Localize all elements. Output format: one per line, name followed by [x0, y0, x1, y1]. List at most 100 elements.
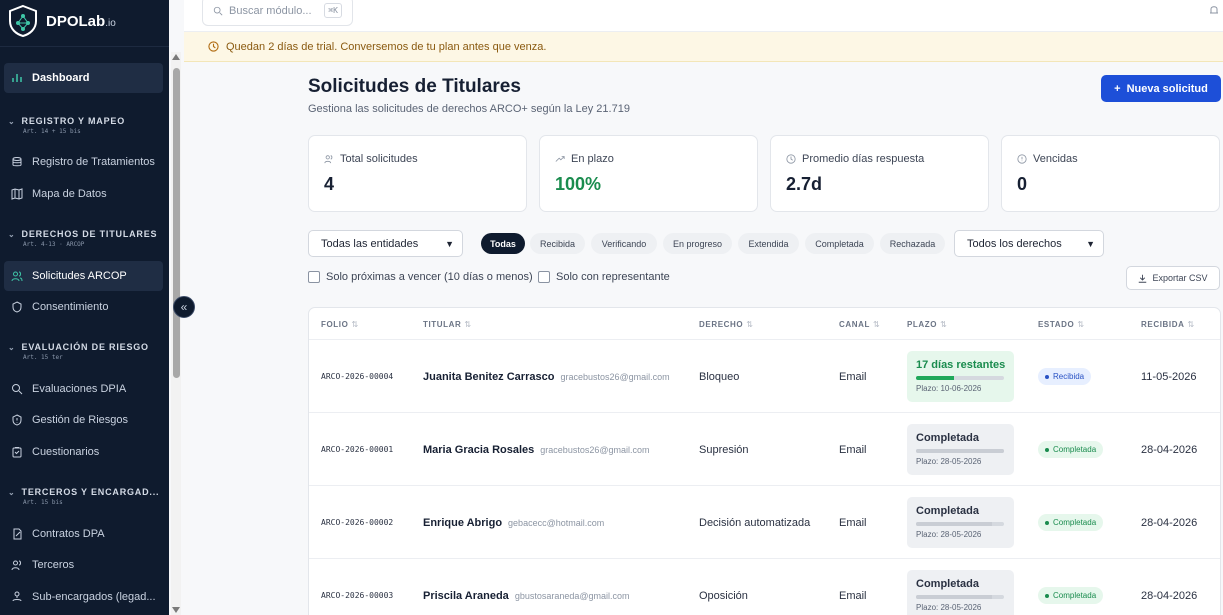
scroll-down-arrow-icon[interactable]	[172, 607, 180, 613]
section-evaluacion: ⌄ EVALUACIÓN DE RIESGO Art. 15 ter	[8, 342, 168, 361]
titular-email: gebacecc@hotmail.com	[508, 517, 605, 528]
plazo-box: 17 días restantes Plazo: 10-06-2026	[907, 351, 1014, 402]
sidebar-item-gestion-riesgos[interactable]: Gestión de Riesgos	[4, 405, 163, 435]
sidebar-item-sub-encargados[interactable]: Sub-encargados (legad...	[4, 582, 163, 612]
section-article: Art. 15 bis	[23, 499, 63, 506]
users-icon	[324, 155, 333, 164]
derecho-cell: Bloqueo	[699, 370, 740, 383]
section-header[interactable]: ⌄ EVALUACIÓN DE RIESGO	[8, 342, 168, 352]
collapse-sidebar-button[interactable]: «	[173, 296, 195, 318]
export-csv-button[interactable]: Exportar CSV	[1126, 266, 1220, 290]
new-request-button[interactable]: + Nueva solicitud	[1101, 75, 1221, 102]
download-icon	[1139, 274, 1147, 283]
bell-icon[interactable]	[1209, 4, 1219, 16]
table-row[interactable]: ARCO-2026-00002 Enrique Abrigo gebacecc@ho…	[309, 486, 1220, 559]
column-header-recibida[interactable]: RECIBIDA ⇅	[1141, 320, 1195, 329]
entity-select[interactable]: Todas las entidades ▼	[308, 230, 463, 257]
sidebar-item-cuestionarios[interactable]: Cuestionarios	[4, 437, 163, 467]
sidebar-item-mapa-datos[interactable]: Mapa de Datos	[4, 179, 163, 209]
clock-icon	[208, 41, 219, 52]
page-title: Solicitudes de Titulares	[308, 76, 521, 97]
status-dot-icon	[1045, 447, 1049, 452]
column-header-estado[interactable]: ESTADO ⇅	[1038, 320, 1085, 329]
checkbox-box[interactable]	[308, 271, 320, 283]
search-input[interactable]: Buscar módulo... ⌘K	[202, 0, 353, 26]
plazo-progress-fill	[916, 595, 992, 599]
brand-logo[interactable]: DPOLab.io	[6, 2, 116, 40]
plazo-title: 17 días restantes	[916, 359, 1006, 371]
table-row[interactable]: ARCO-2026-00001 Maria Gracia Rosales grace…	[309, 413, 1220, 486]
stat-card-total: Total solicitudes 4	[308, 135, 527, 212]
derecho-cell: Decisión automatizada	[699, 516, 811, 529]
column-header-derecho[interactable]: DERECHO ⇅	[699, 320, 754, 329]
column-header-plazo[interactable]: PLAZO ⇅	[907, 320, 947, 329]
scroll-up-arrow-icon[interactable]	[172, 54, 180, 60]
sidebar-item-consentimiento[interactable]: Consentimiento	[4, 292, 163, 322]
section-header[interactable]: ⌄ DERECHOS DE TITULARES	[8, 229, 168, 239]
sort-icon: ⇅	[1187, 320, 1195, 329]
checkbox-expiring[interactable]: Solo próximas a vencer (10 días o menos)	[308, 271, 533, 283]
sidebar-item-contratos-dpa[interactable]: Contratos DPA	[4, 519, 163, 549]
sidebar-scrollbar-thumb[interactable]	[173, 68, 180, 378]
sort-icon: ⇅	[464, 320, 472, 329]
column-header-titular[interactable]: TITULAR ⇅	[423, 320, 472, 329]
plazo-date: Plazo: 28-05-2026	[916, 603, 982, 612]
trial-banner-text: Quedan 2 días de trial. Conversemos de t…	[226, 40, 547, 53]
filter-pill-recibida[interactable]: Recibida	[530, 233, 585, 254]
recibida-cell: 28-04-2026	[1141, 516, 1198, 529]
brand-suffix: .io	[105, 17, 116, 29]
plazo-title: Completada	[916, 578, 979, 590]
column-header-canal[interactable]: CANAL ⇅	[839, 320, 880, 329]
canal-cell: Email	[839, 443, 867, 456]
sidebar-item-solicitudes-arcop[interactable]: Solicitudes ARCOP	[4, 261, 163, 291]
sidebar-item-registro-tratamientos[interactable]: Registro de Tratamientos	[4, 147, 163, 177]
folio-cell[interactable]: ARCO-2026-00004	[321, 340, 393, 413]
rights-select[interactable]: Todos los derechos ▼	[954, 230, 1104, 257]
checkbox-representative[interactable]: Solo con representante	[538, 271, 670, 283]
double-chevron-left-icon: «	[180, 300, 188, 314]
sidebar-item-dashboard[interactable]: Dashboard	[4, 63, 163, 93]
filter-pill-rechazada[interactable]: Rechazada	[880, 233, 945, 254]
titular-name[interactable]: Enrique Abrigo	[423, 517, 502, 529]
plazo-box: Completada Plazo: 28-05-2026	[907, 570, 1014, 615]
plazo-date: Plazo: 28-05-2026	[916, 457, 982, 466]
sidebar-item-terceros[interactable]: Terceros	[4, 550, 163, 580]
filter-pill-extendida[interactable]: Extendida	[738, 233, 799, 254]
shield-icon	[12, 301, 22, 313]
sidebar-item-label: Consentimiento	[32, 301, 109, 313]
section-article: Art. 14 + 15 bis	[23, 128, 81, 135]
titular-name[interactable]: Priscila Araneda	[423, 590, 509, 602]
canal-cell: Email	[839, 516, 867, 529]
column-header-folio[interactable]: FOLIO ⇅	[321, 320, 359, 329]
status-dot-icon	[1045, 374, 1049, 379]
table-row[interactable]: ARCO-2026-00004 Juanita Benitez Carrasco g…	[309, 340, 1220, 413]
sidebar-item-label: Cuestionarios	[32, 446, 100, 458]
stat-value: 0	[1017, 174, 1028, 194]
plazo-progress-fill	[916, 449, 1004, 453]
canal-cell: Email	[839, 370, 867, 383]
titular-email: gracebustos26@gmail.com	[560, 371, 670, 382]
stat-card-vencidas: Vencidas 0	[1001, 135, 1220, 212]
folio-cell[interactable]: ARCO-2026-00001	[321, 413, 393, 486]
folio-cell[interactable]: ARCO-2026-00002	[321, 486, 393, 559]
filter-pill-en-progreso[interactable]: En progreso	[663, 233, 732, 254]
shield-alert-icon	[12, 414, 22, 426]
requests-table: FOLIO ⇅ TITULAR ⇅ DERECHO ⇅ CANAL ⇅ PLAZO ⇅ E…	[308, 307, 1221, 615]
section-registro: ⌄ REGISTRO Y MAPEO Art. 14 + 15 bis	[8, 116, 168, 135]
titular-name[interactable]: Maria Gracia Rosales	[423, 444, 534, 456]
filter-pill-todas[interactable]: Todas	[481, 233, 525, 254]
status-dot-icon	[1045, 593, 1049, 598]
titular-name[interactable]: Juanita Benitez Carrasco	[423, 371, 554, 383]
sidebar-item-evaluaciones-dpia[interactable]: Evaluaciones DPIA	[4, 374, 163, 404]
chevron-down-icon: ⌄	[8, 342, 16, 352]
folio-cell[interactable]: ARCO-2026-00003	[321, 559, 393, 615]
sort-icon: ⇅	[1077, 320, 1085, 329]
filter-pill-completada[interactable]: Completada	[805, 233, 874, 254]
table-row[interactable]: ARCO-2026-00003 Priscila Araneda gbustosar…	[309, 559, 1220, 615]
section-header[interactable]: ⌄ TERCEROS Y ENCARGAD...	[8, 487, 168, 497]
search-icon	[12, 384, 23, 395]
section-header[interactable]: ⌄ REGISTRO Y MAPEO	[8, 116, 168, 126]
alert-circle-icon	[1017, 154, 1027, 164]
filter-pill-verificando[interactable]: Verificando	[591, 233, 657, 254]
checkbox-box[interactable]	[538, 271, 550, 283]
